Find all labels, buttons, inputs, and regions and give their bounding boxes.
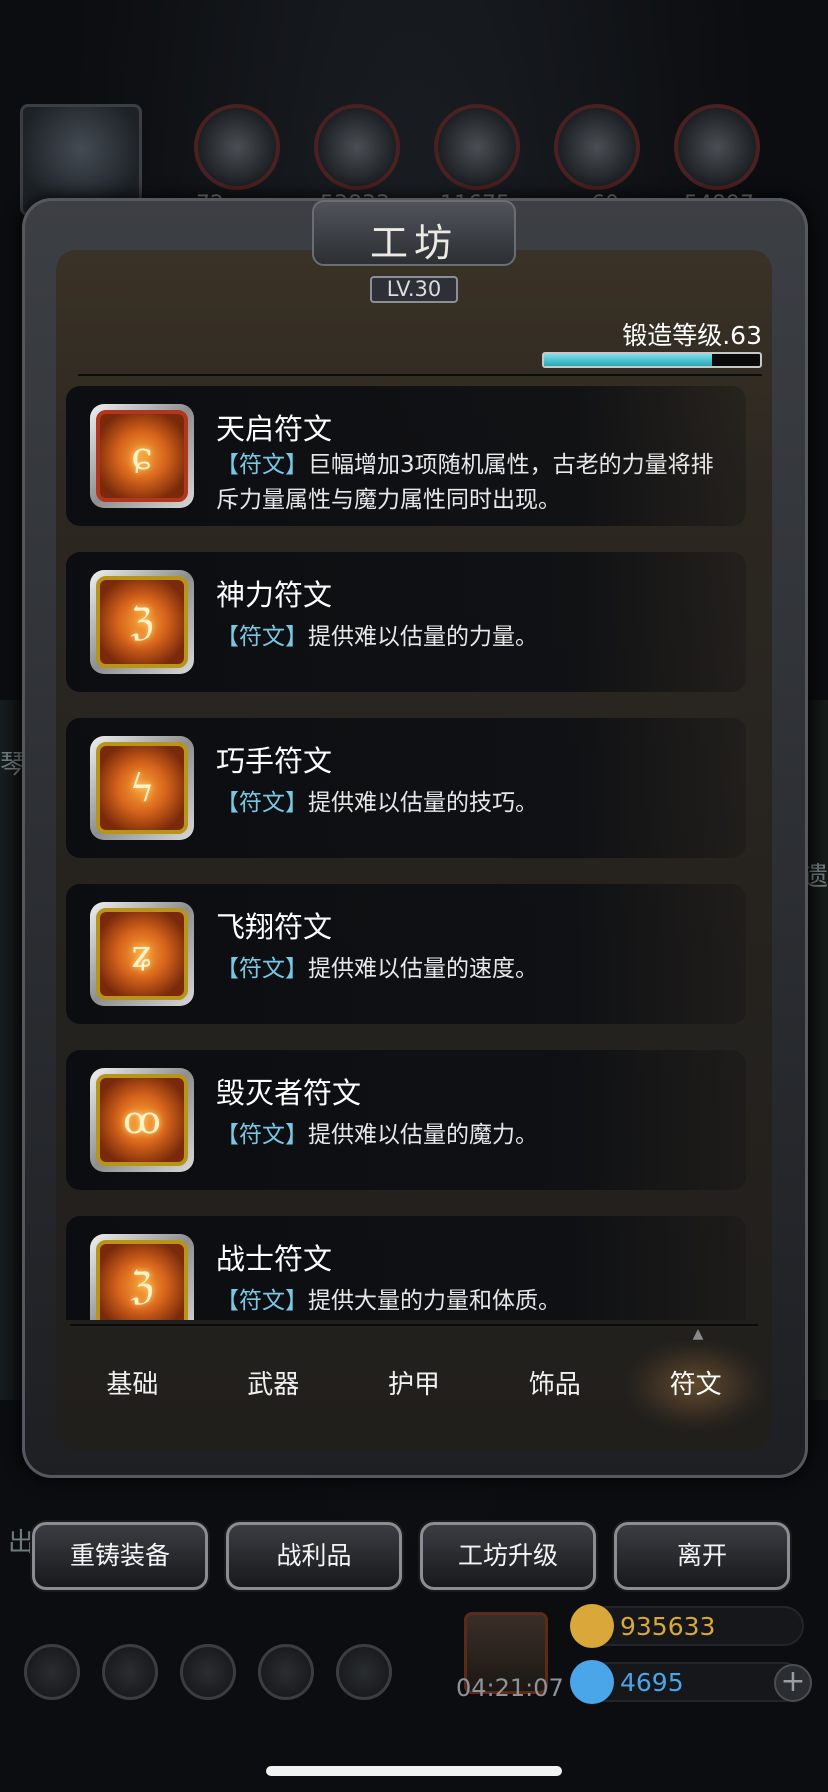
item-name: 飞翔符文 — [216, 910, 333, 944]
gold-display: 935633 — [570, 1604, 804, 1648]
rune-icon-frame: ℨ — [90, 1234, 194, 1320]
rune-icon-frame: ɕ — [90, 404, 194, 508]
rune-list[interactable]: ɕ 天启符文 【符文】巨幅增加3项随机属性，古老的力量将排斥力量属性与魔力属性同… — [66, 386, 766, 1320]
left-lower-edge-text: 出 — [8, 1528, 35, 1558]
mail-icon[interactable] — [258, 1644, 314, 1700]
workshop-level-badge: LV.30 — [370, 276, 458, 303]
item-description: 【符文】巨幅增加3项随机属性，古老的力量将排斥力量属性与魔力属性同时出现。 — [216, 452, 714, 513]
rune-icon: ℨ — [96, 576, 188, 668]
leave-button[interactable]: 离开 — [614, 1522, 790, 1590]
item-description: 【符文】提供难以估量的魔力。 — [216, 1122, 538, 1148]
shop-icon[interactable] — [336, 1644, 392, 1700]
item-name: 毁灭者符文 — [216, 1076, 362, 1110]
rune-icon-frame: ʑ — [90, 902, 194, 1006]
list-item[interactable]: ꝏ 毁灭者符文 【符文】提供难以估量的魔力。 — [66, 1050, 746, 1190]
list-item[interactable]: ℨ 战士符文 【符文】提供大量的力量和体质。 — [66, 1216, 746, 1320]
add-currency-button[interactable]: + — [774, 1664, 812, 1702]
rune-icon-frame: ℨ — [90, 570, 194, 674]
list-item[interactable]: ɕ 天启符文 【符文】巨幅增加3项随机属性，古老的力量将排斥力量属性与魔力属性同… — [66, 386, 746, 526]
item-description: 【符文】提供难以估量的技巧。 — [216, 790, 538, 816]
rune-icon-frame: ꝏ — [90, 1068, 194, 1172]
steel-icon — [674, 104, 760, 190]
tab-accessory[interactable]: 饰品 — [484, 1340, 625, 1430]
book-icon[interactable] — [180, 1644, 236, 1700]
gem-display: 4695 — [570, 1660, 804, 1704]
gift-timer: 04:21:07 — [456, 1674, 564, 1702]
gold-coin-icon — [570, 1604, 614, 1648]
item-name: 巧手符文 — [216, 744, 333, 778]
reforge-equipment-button[interactable]: 重铸装备 — [32, 1522, 208, 1590]
tab-rune[interactable]: 符文 — [625, 1340, 766, 1430]
rune-icon: ℨ — [96, 1240, 188, 1320]
panel-title: 工坊 — [369, 221, 458, 265]
crystal-icon — [554, 104, 640, 190]
list-item[interactable]: ʑ 飞翔符文 【符文】提供难以估量的速度。 — [66, 884, 746, 1024]
scroll-up-icon[interactable]: ▲ — [683, 1326, 713, 1342]
list-item[interactable]: ϟ 巧手符文 【符文】提供难以估量的技巧。 — [66, 718, 746, 858]
tab-basic[interactable]: 基础 — [62, 1340, 203, 1430]
forge-progress-bar — [542, 352, 762, 368]
forge-progress-fill — [544, 354, 713, 366]
rune-icon-frame: ϟ — [90, 736, 194, 840]
tab-weapon[interactable]: 武器 — [203, 1340, 344, 1430]
iron-icon — [434, 104, 520, 190]
forge-level-label: 锻造等级.63 — [622, 321, 762, 350]
ore-icon — [194, 104, 280, 190]
item-name: 天启符文 — [216, 412, 333, 446]
wood-icon — [314, 104, 400, 190]
gem-amount: 4695 — [620, 1668, 684, 1697]
list-item[interactable]: ℨ 神力符文 【符文】提供难以估量的力量。 — [66, 552, 746, 692]
item-description: 【符文】提供难以估量的力量。 — [216, 624, 538, 650]
loot-button[interactable]: 战利品 — [226, 1522, 402, 1590]
home-indicator — [266, 1766, 562, 1776]
gold-amount: 935633 — [620, 1612, 716, 1641]
tabs-divider — [70, 1324, 758, 1326]
rune-icon: ʑ — [96, 908, 188, 1000]
rune-icon: ꝏ — [96, 1074, 188, 1166]
item-description: 【符文】提供大量的力量和体质。 — [216, 1288, 561, 1314]
achievement-icon[interactable] — [102, 1644, 158, 1700]
item-description: 【符文】提供难以估量的速度。 — [216, 956, 538, 982]
rune-icon: ϟ — [96, 742, 188, 834]
item-name: 战士符文 — [216, 1242, 333, 1276]
item-name: 神力符文 — [216, 578, 333, 612]
settings-icon[interactable] — [24, 1644, 80, 1700]
rune-icon: ɕ — [96, 410, 188, 502]
workshop-upgrade-button[interactable]: 工坊升级 — [420, 1522, 596, 1590]
category-tabs: 基础 武器 护甲 饰品 符文 — [62, 1340, 766, 1430]
tab-armor[interactable]: 护甲 — [344, 1340, 485, 1430]
header-divider — [78, 374, 762, 376]
gem-icon — [570, 1660, 614, 1704]
